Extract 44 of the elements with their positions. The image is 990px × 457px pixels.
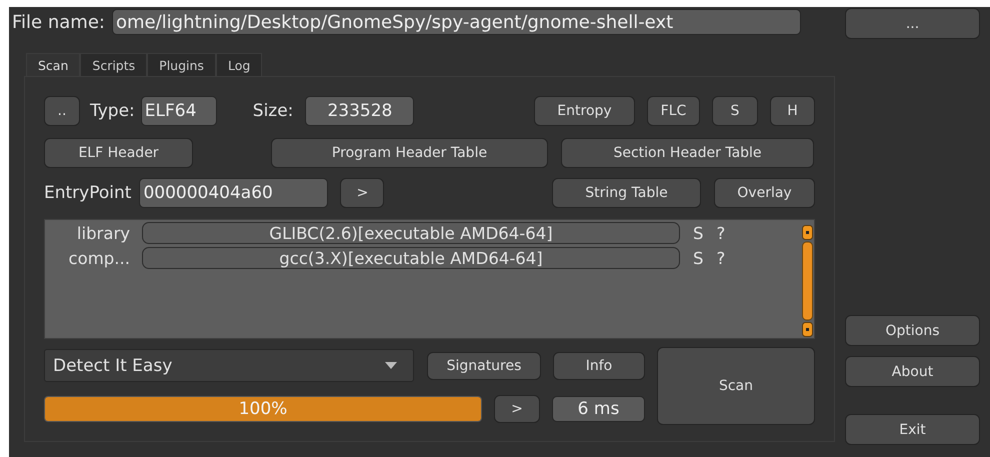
table-button[interactable]: Overlay (714, 178, 815, 208)
tab[interactable]: Plugins (147, 53, 216, 76)
help-link[interactable]: ? (716, 224, 726, 242)
go-button[interactable]: > (340, 178, 384, 208)
result-field: gcc(3.X)[executable AMD64-64] (142, 247, 680, 269)
tool-button[interactable]: S (712, 96, 758, 126)
tool-button[interactable]: Entropy (534, 96, 635, 126)
tab[interactable]: Scripts (80, 53, 148, 76)
time-field: 6 ms (552, 396, 645, 422)
result-type: comp... (68, 248, 130, 268)
back-button[interactable]: .. (44, 96, 80, 126)
tab[interactable]: Scan (26, 53, 80, 77)
entry-point-label: EntryPoint (44, 183, 132, 203)
tab[interactable]: Log (216, 53, 262, 76)
scrollbar-drawing[interactable] (802, 225, 813, 337)
signature-link[interactable]: S (693, 224, 704, 242)
side-button[interactable]: About (845, 356, 980, 387)
table-button[interactable]: String Table (552, 178, 701, 208)
header-button[interactable]: ELF Header (44, 138, 193, 168)
help-link[interactable]: ? (716, 248, 726, 268)
type-field: ELF64 (140, 96, 217, 126)
result-field: GLIBC(2.6)[executable AMD64-64] (142, 222, 680, 244)
result-type: library (76, 224, 130, 242)
size-label: Size: (252, 101, 294, 121)
browse-button[interactable]: ... (845, 8, 980, 39)
scan-button[interactable]: Scan (657, 347, 815, 425)
engine-dropdown[interactable]: Detect It Easy (44, 349, 414, 382)
info-button[interactable]: Info (553, 352, 645, 380)
file-name-label: File name: (12, 12, 105, 32)
entry-point-field: 000000404a60 (139, 178, 328, 208)
dropdown-caret-icon (385, 362, 397, 369)
signature-link[interactable]: S (693, 248, 704, 268)
tool-button[interactable]: FLC (647, 96, 700, 126)
side-button[interactable]: Exit (845, 414, 980, 445)
more-button[interactable]: > (494, 395, 540, 423)
file-name-field[interactable]: ome/lightning/Desktop/GnomeSpy/spy-agent/gnome-shell-ext (112, 9, 801, 35)
signatures-button[interactable]: Signatures (427, 352, 541, 380)
type-label: Type: (90, 101, 135, 121)
progress-text: 100% (238, 398, 288, 421)
header-button[interactable]: Section Header Table (561, 138, 814, 168)
size-field: 233528 (305, 96, 414, 126)
tool-button[interactable]: H (770, 96, 815, 126)
side-button[interactable]: Options (845, 315, 980, 346)
header-button[interactable]: Program Header Table (271, 138, 548, 168)
